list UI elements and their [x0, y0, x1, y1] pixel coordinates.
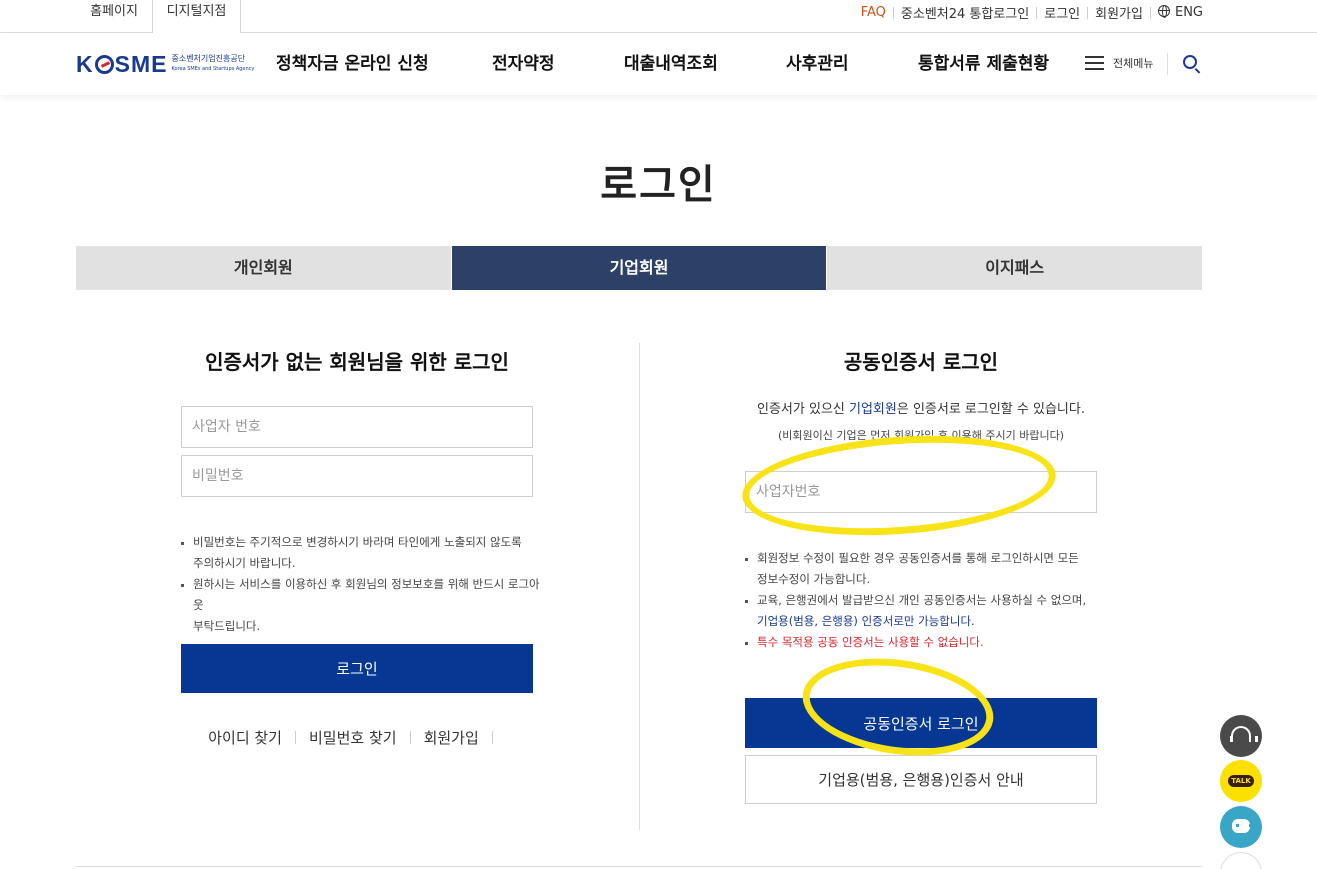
divider — [409, 731, 411, 744]
tab-easypass[interactable]: 이지패스 — [827, 246, 1203, 290]
cert-login-title: 공동인증서 로그인 — [843, 350, 999, 374]
login-button[interactable]: 로그인 — [181, 644, 533, 693]
password-input[interactable] — [181, 455, 533, 497]
scroll-top-icon[interactable] — [1220, 852, 1262, 869]
headset-icon[interactable] — [1220, 715, 1262, 757]
nav-document-status[interactable]: 통합서류 제출현황 — [918, 33, 1049, 95]
password-notes: 비밀번호는 주기적으로 변경하시기 바라며 타인에게 노출되지 않도록 주의하시기… — [181, 532, 541, 637]
corporate-member-highlight: 기업회원 — [849, 402, 897, 417]
cert-business-number-input[interactable] — [745, 471, 1097, 513]
member-type-tabs: 개인회원 기업회원 이지패스 — [76, 246, 1203, 290]
nav-e-contract[interactable]: 전자약정 — [492, 33, 555, 95]
site-tab-homepage[interactable]: 홈페이지 — [76, 0, 152, 33]
signup-link[interactable]: 회원가입 — [1095, 3, 1143, 22]
section-divider — [639, 343, 640, 830]
divider — [295, 731, 296, 744]
divider — [1149, 6, 1151, 19]
nav-loan-inquiry[interactable]: 대출내역조회 — [624, 33, 718, 95]
tab-individual[interactable]: 개인회원 — [76, 246, 452, 290]
signup-link[interactable]: 회원가입 — [424, 727, 479, 748]
page-title: 로그인 — [600, 162, 717, 208]
all-menu-label: 전체메뉴 — [1113, 57, 1154, 70]
search-icon[interactable] — [1183, 55, 1197, 69]
note-item: 교육, 은행권에서 발급받으신 개인 공동인증서는 사용하실 수 없으며, 기업용… — [745, 590, 1105, 632]
note-item: 특수 목적용 공동 인증서는 사용할 수 없습니다. — [745, 632, 1105, 653]
footer-divider — [76, 866, 1202, 867]
english-link[interactable]: ENG — [1157, 5, 1203, 20]
faq-link[interactable]: FAQ — [861, 5, 886, 20]
top-utility-bar: 홈페이지 디지털지점 FAQ 중소벤처24 통합로그인 로그인 회원가입 ENG — [0, 0, 1317, 34]
cert-login-button[interactable]: 공동인증서 로그인 — [745, 698, 1097, 748]
divider — [1036, 6, 1038, 19]
all-menu-button[interactable]: 전체메뉴 — [1085, 55, 1153, 71]
note-item: 회원정보 수정이 필요한 경우 공동인증서를 통해 로그인하시면 모든 정보수정이… — [745, 548, 1105, 590]
cert-guide-button[interactable]: 기업용(범용, 은행용)인증서 안내 — [745, 755, 1097, 804]
integrated-login-link[interactable]: 중소벤처24 통합로그인 — [901, 3, 1029, 22]
no-cert-login-title: 인증서가 없는 회원님을 위한 로그인 — [205, 350, 509, 374]
logo-subtitle: 중소벤처기업진흥공단 Korea SMEs and Startups Agenc… — [171, 54, 254, 74]
account-links: 아이디 찾기 비밀번호 찾기 회원가입 — [181, 727, 533, 748]
cert-info: 인증서가 있으신 기업회원은 인증서로 로그인할 수 있습니다. — [745, 398, 1097, 417]
divider — [1167, 53, 1168, 75]
cert-notes: 회원정보 수정이 필요한 경우 공동인증서를 통해 로그인하시면 모든 정보수정이… — [745, 548, 1105, 653]
divider — [491, 731, 493, 744]
kakao-talk-icon[interactable]: TALK — [1220, 760, 1262, 802]
english-label: ENG — [1174, 5, 1203, 20]
divider — [892, 6, 894, 19]
tab-corporate[interactable]: 기업회원 — [451, 246, 828, 290]
utility-links: FAQ 중소벤처24 통합로그인 로그인 회원가입 ENG — [861, 3, 1203, 22]
login-link[interactable]: 로그인 — [1044, 3, 1080, 22]
globe-icon — [1157, 5, 1170, 18]
find-password-link[interactable]: 비밀번호 찾기 — [309, 727, 397, 748]
nav-aftercare[interactable]: 사후관리 — [786, 33, 849, 95]
logo-wordmark: K SME — [76, 50, 168, 77]
divider — [1087, 6, 1089, 19]
note-item: 비밀번호는 주기적으로 변경하시기 바라며 타인에게 노출되지 않도록 주의하시기… — [181, 532, 541, 574]
talk-label: TALK — [1228, 775, 1254, 787]
main-header: K SME 중소벤처기업진흥공단 Korea SMEs and Startups … — [0, 33, 1317, 95]
business-number-input[interactable] — [181, 406, 533, 448]
logo-sub-ko: 중소벤처기업진흥공단 — [171, 54, 246, 63]
logo-sub-en: Korea SMEs and Startups Agency — [171, 66, 255, 72]
kosme-logo[interactable]: K SME 중소벤처기업진흥공단 Korea SMEs and Startups … — [76, 50, 254, 77]
cert-info-text: 은 인증서로 로그인할 수 있습니다. — [896, 402, 1085, 417]
nav-policy-fund[interactable]: 정책자금 온라인 신청 — [276, 33, 429, 95]
site-tab-digital-branch[interactable]: 디지털지점 — [152, 0, 241, 34]
cert-info-sub: (비회원이신 기업은 먼저 회원가입 후 이용해 주시기 바랍니다) — [777, 429, 1065, 442]
hamburger-icon — [1085, 55, 1104, 71]
chatbot-icon[interactable] — [1220, 806, 1262, 848]
note-item: 원하시는 서비스를 이용하신 후 회원님의 정보보호를 위해 반드시 로그아웃 부… — [181, 574, 541, 637]
logo-o-icon — [94, 54, 114, 74]
cert-info-text: 인증서가 있으신 — [757, 402, 850, 417]
find-id-link[interactable]: 아이디 찾기 — [208, 727, 282, 748]
